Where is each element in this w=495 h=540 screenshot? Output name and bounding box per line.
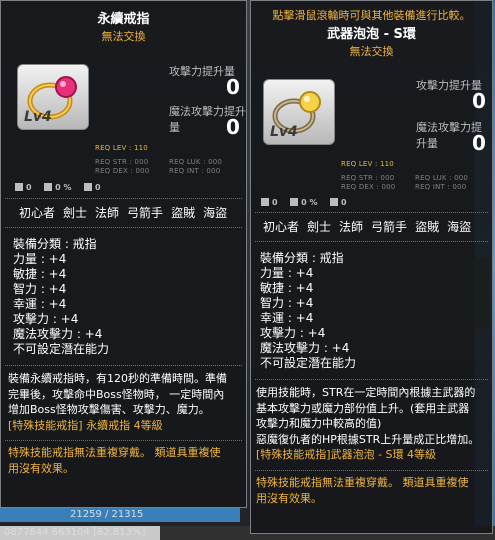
item-tooltip-eternal-ring: 永續戒指 無法交換 Lv4 攻擊力提升量 0 魔法攻擊力提升量 0 REQ LE… [0,0,247,508]
req-luk: REQ LUK : 000 [415,174,469,182]
job-magician: 法師 [95,206,120,220]
attack-increase-value: 0 [226,75,240,99]
level-badge: Lv4 [24,109,52,125]
stat-int: 智力 : +4 [260,296,314,310]
trade-icon [15,183,23,191]
level-badge: Lv4 [270,124,298,140]
job-warrior: 劍士 [63,206,88,220]
job-thief: 盜賊 [171,206,196,220]
tradability-label: 無法交換 [101,30,146,43]
stat-list: 裝備分類 : 戒指 力量 : +4 敏捷 : +4 智力 : +4 幸運 : +… [260,251,356,371]
footer-line: 特殊技能戒指無法重複穿戴。 類道具重複使 [256,476,469,489]
stat-potential: 不可設定潛在能力 [260,356,357,370]
stat-magic-attack: 魔法攻擊力 : +4 [13,327,103,341]
stat-magic-attack: 魔法攻擊力 : +4 [260,341,350,355]
description-line: 惡魔復仇者的HP根據STR上升量成正比增加。 [256,432,480,446]
job-thief: 盜賊 [415,220,440,234]
upgrade-icon [290,198,299,206]
stat-str: 力量 : +4 [260,266,314,280]
stat-attack: 攻擊力 : +4 [260,326,326,340]
separator [255,212,488,213]
separator [5,198,242,199]
compare-notice: 點擊滑鼠滾輪時可與其他裝備進行比較。 [272,9,471,22]
upgrade-icon [44,183,53,191]
stat-luk: 幸運 : +4 [260,311,314,325]
stat-potential: 不可設定潛在能力 [13,342,110,356]
separator [255,379,488,380]
star-flag: 0 [330,198,347,207]
description-line: 完畢後，攻擊命中Boss怪物時， 一定時間內 [8,387,225,401]
job-list: 初心者 劍士 法師 弓箭手 盜賊 海盜 [263,218,479,235]
job-bowman: 弓箭手 [127,206,164,220]
item-description: 使用技能時，STR在一定時間內根據主武器的 基本攻擊力或魔力部份值上升。(套用主… [256,385,479,463]
stat-list: 裝備分類 : 戒指 力量 : +4 敏捷 : +4 智力 : +4 幸運 : +… [13,237,109,357]
stat-dex: 敏捷 : +4 [13,267,67,281]
req-luk: REQ LUK : 000 [169,158,223,166]
description-line: 裝備永續戒指時，有120秒的準備時間。準備 [8,372,227,385]
skill-line: [特殊技能戒指]武器泡泡 - S環 4等級 [256,448,437,461]
trade-icon [261,198,269,206]
magic-increase-value: 0 [472,131,486,155]
separator [255,470,488,471]
tradability-label: 無法交換 [349,45,394,58]
job-beginner: 初心者 [263,220,300,234]
item-icon-box: Lv4 [263,79,335,145]
description-line: 攻擊力和魔力中較高的值) [256,417,382,430]
separator [5,227,242,228]
stat-str: 力量 : +4 [13,252,67,266]
attack-increase-value: 0 [472,89,486,113]
item-description: 裝備永續戒指時，有120秒的準備時間。準備 完畢後，攻擊命中Boss怪物時， 一… [8,371,227,433]
req-int: REQ INT : 000 [415,183,467,191]
exp-text: 0877844 663104 [82.813%] [4,527,146,538]
hp-text: 21259 / 21315 [70,509,144,520]
req-dex: REQ DEX : 000 [95,167,150,175]
star-icon [330,198,339,206]
req-lev: REQ LEV : 110 [95,144,148,152]
separator [255,241,488,242]
job-pirate: 海盜 [447,220,472,234]
item-footer: 特殊技能戒指無法重複穿戴。 類道具重複使 用沒有效果。 [8,445,221,476]
req-str: REQ STR : 000 [95,158,149,166]
separator [5,365,242,366]
description-line: 基本攻擊力或魔力部份值上升。(套用主武器 [256,401,470,415]
item-flags-row: 0 0 % 0 [261,198,357,207]
stat-int: 智力 : +4 [13,282,67,296]
stat-dex: 敏捷 : +4 [260,281,314,295]
item-footer: 特殊技能戒指無法重複穿戴。 類道具重複使 用沒有效果。 [256,475,469,506]
magic-increase-value: 0 [226,115,240,139]
job-magician: 法師 [339,220,364,234]
tradability-flag: 0 [15,183,32,192]
job-pirate: 海盜 [203,206,228,220]
item-flags-row: 0 0 % 0 [15,183,111,192]
item-icon-box: Lv4 [17,64,89,130]
hp-bar: 21259 / 21315 [0,508,240,522]
star-icon [84,183,93,191]
job-beginner: 初心者 [19,206,56,220]
stat-luk: 幸運 : +4 [13,297,67,311]
stat-attack: 攻擊力 : +4 [13,312,79,326]
req-lev: REQ LEV : 110 [341,160,394,168]
req-str: REQ STR : 000 [341,174,395,182]
job-list: 初心者 劍士 法師 弓箭手 盜賊 海盜 [19,204,235,221]
item-title: 武器泡泡 - S環 [327,27,416,42]
footer-line: 用沒有效果。 [8,461,74,475]
stat-category: 裝備分類 : 戒指 [260,251,344,265]
job-bowman: 弓箭手 [371,220,408,234]
stat-category: 裝備分類 : 戒指 [13,237,97,251]
separator [5,440,242,441]
req-dex: REQ DEX : 000 [341,183,396,191]
item-title: 永續戒指 [97,12,150,27]
upgrade-flag: 0 % [44,183,72,192]
job-warrior: 劍士 [307,220,332,234]
description-line: 增加Boss怪物攻擊傷害、攻擊力、魔力。 [8,403,210,416]
req-int: REQ INT : 000 [169,167,221,175]
item-tooltip-weapon-bubble: 點擊滑鼠滾輪時可與其他裝備進行比較。 武器泡泡 - S環 無法交換 Lv4 攻擊… [250,0,493,534]
footer-line: 用沒有效果。 [256,491,322,505]
description-line: 使用技能時，STR在一定時間內根據主武器的 [256,386,476,399]
star-flag: 0 [84,183,101,192]
skill-line: [特殊技能戒指] 永續戒指 4等級 [8,418,163,432]
tradability-flag: 0 [261,198,278,207]
footer-line: 特殊技能戒指無法重複穿戴。 類道具重複使 [8,446,221,459]
upgrade-flag: 0 % [290,198,318,207]
